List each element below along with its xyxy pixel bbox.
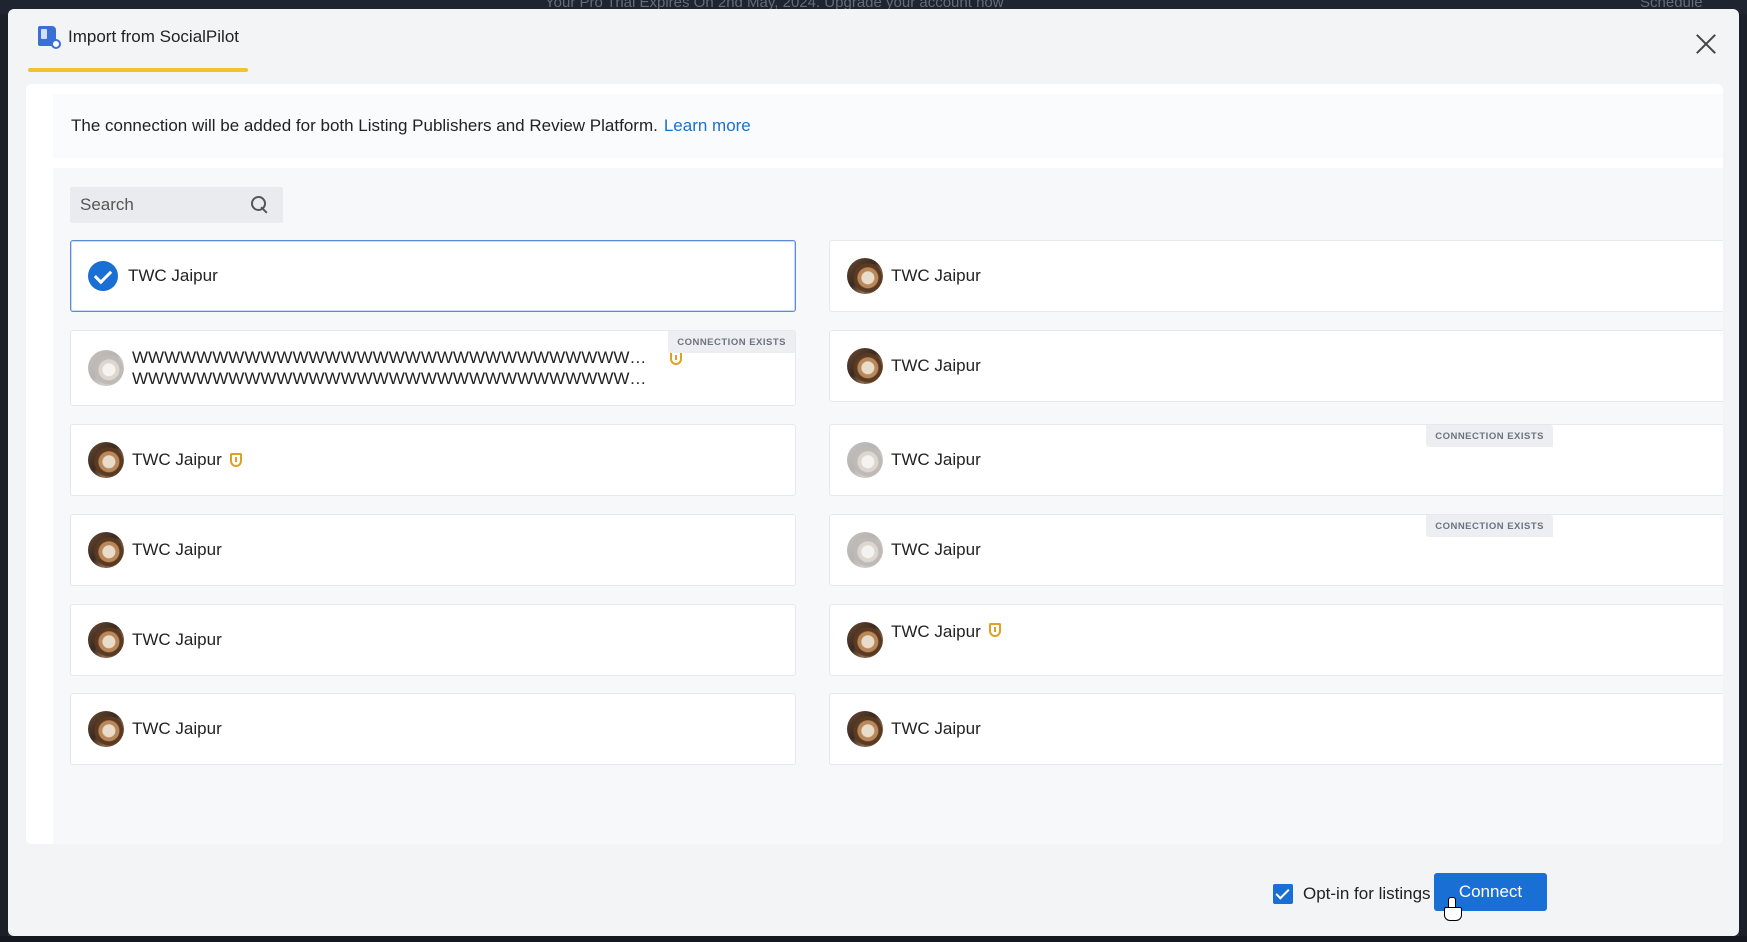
avatar: [847, 258, 883, 294]
optin-checkbox[interactable]: Opt-in for listings: [1273, 884, 1431, 904]
tab-label: Import from SocialPilot: [68, 27, 239, 46]
verified-shield-icon: [670, 351, 682, 365]
modal-header: Import from SocialPilot: [8, 9, 1739, 79]
info-text: The connection will be added for both Li…: [71, 116, 658, 135]
avatar: [88, 350, 124, 386]
location-name: TWC Jaipur: [891, 719, 981, 738]
location-card[interactable]: TWC Jaipur: [70, 693, 796, 765]
location-name: TWC Jaipur: [891, 266, 981, 285]
tab-import-from-socialpilot[interactable]: Import from SocialPilot: [28, 26, 249, 72]
avatar: [847, 442, 883, 478]
location-name: WWWWWWWWWWWWWWWWWWWWWWWWWWWWWWWWWW WWWWWW…: [132, 347, 662, 389]
check-circle-icon: [88, 261, 118, 291]
location-name-line-1: WWWWWWWWWWWWWWWWWWWWWWWWWWWWWWWWWWWWWWWW…: [132, 348, 662, 367]
location-card[interactable]: TWC Jaipur CONNECTION EXISTS: [829, 424, 1723, 496]
connection-exists-badge: CONNECTION EXISTS: [1426, 515, 1553, 537]
avatar: [847, 711, 883, 747]
avatar: [88, 532, 124, 568]
location-card[interactable]: TWC Jaipur CONNECTION EXISTS: [829, 514, 1723, 586]
location-name: TWC Jaipur: [132, 540, 222, 559]
location-name-line-2: WWWWWWWWWWWWWWWWWWWWWWWWWWWWWWWWWWWWWWWW…: [132, 369, 662, 388]
location-card[interactable]: TWC Jaipur: [829, 604, 1723, 676]
location-card[interactable]: TWC Jaipur: [829, 693, 1723, 765]
modal-footer: Opt-in for listings Connect: [8, 849, 1739, 936]
verified-shield-icon: [229, 453, 242, 467]
avatar: [847, 348, 883, 384]
location-name: TWC Jaipur: [891, 540, 981, 559]
location-card[interactable]: TWC Jaipur: [829, 240, 1723, 312]
avatar: [88, 442, 124, 478]
search-box[interactable]: [70, 187, 283, 223]
location-list-panel: TWC Jaipur WWWWWWWWWWWWWWWWWWWWWWWWWWWWW…: [53, 168, 1723, 844]
location-card[interactable]: WWWWWWWWWWWWWWWWWWWWWWWWWWWWWWWWWW WWWWWW…: [70, 330, 796, 406]
location-name: TWC Jaipur: [132, 719, 222, 738]
location-card[interactable]: TWC Jaipur: [70, 604, 796, 676]
active-tab-indicator: [28, 68, 248, 72]
background-right: [1739, 14, 1747, 942]
location-card[interactable]: TWC Jaipur: [829, 330, 1723, 402]
background-left: [0, 14, 8, 942]
avatar: [88, 711, 124, 747]
connection-exists-badge: CONNECTION EXISTS: [1426, 425, 1553, 447]
location-card[interactable]: TWC Jaipur: [70, 514, 796, 586]
checkbox-checked-icon[interactable]: [1273, 884, 1293, 904]
business-profile-icon: [38, 26, 61, 49]
avatar: [847, 622, 883, 658]
location-card[interactable]: TWC Jaipur: [70, 424, 796, 496]
import-modal: Import from SocialPilot The connection w…: [8, 9, 1739, 936]
connection-exists-badge: CONNECTION EXISTS: [668, 331, 795, 353]
background-bottom: [0, 936, 1747, 942]
info-bar: The connection will be added for both Li…: [53, 94, 1723, 158]
learn-more-link[interactable]: Learn more: [664, 116, 751, 136]
pointer-cursor-icon: [1444, 897, 1462, 921]
close-icon[interactable]: [1693, 31, 1719, 57]
avatar: [88, 622, 124, 658]
avatar: [847, 532, 883, 568]
search-icon[interactable]: [251, 196, 269, 214]
location-card[interactable]: TWC Jaipur: [70, 240, 796, 312]
location-name: TWC Jaipur: [128, 266, 218, 285]
location-name: TWC Jaipur: [891, 450, 981, 469]
location-name: TWC Jaipur: [891, 622, 981, 641]
verified-shield-icon: [988, 623, 1001, 637]
optin-label: Opt-in for listings: [1303, 884, 1431, 903]
location-name: TWC Jaipur: [132, 630, 222, 649]
location-name: TWC Jaipur: [132, 450, 222, 469]
location-name: TWC Jaipur: [891, 356, 981, 375]
modal-content: The connection will be added for both Li…: [26, 84, 1723, 844]
search-input[interactable]: [80, 195, 240, 215]
